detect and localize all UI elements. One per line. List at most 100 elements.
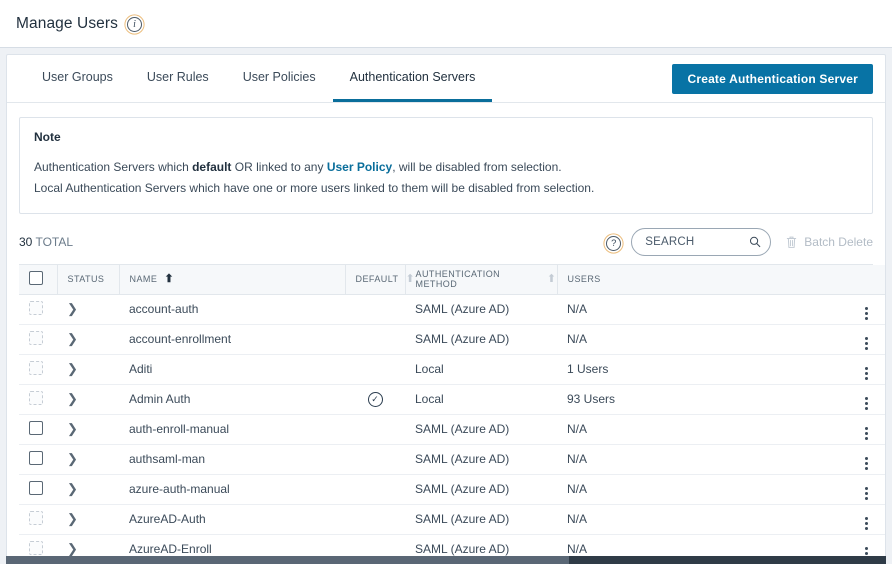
row-users-cell: N/A	[557, 444, 847, 475]
row-name-cell: auth-enroll-manual	[119, 414, 345, 445]
column-header-name-label: NAME	[129, 274, 158, 285]
row-name-cell: Aditi	[119, 354, 345, 385]
row-checkbox	[29, 390, 43, 405]
table-row[interactable]: ❯ authsaml-man SAML (Azure AD) N/A	[19, 444, 885, 475]
column-header-users[interactable]: USERS	[556, 265, 847, 295]
content-card: User Groups User Rules User Policies Aut…	[6, 54, 886, 562]
sort-idle-icon-method: ⬆	[546, 272, 557, 285]
tab-bar: User Groups User Rules User Policies Aut…	[7, 55, 885, 103]
row-actions-cell	[847, 444, 885, 475]
column-header-status[interactable]: STATUS	[56, 265, 119, 295]
row-checkbox[interactable]	[29, 420, 43, 435]
tab-user-groups[interactable]: User Groups	[25, 55, 130, 102]
total-count-value: 30	[19, 235, 33, 249]
chevron-right-icon[interactable]: ❯	[67, 451, 78, 466]
chevron-right-icon[interactable]: ❯	[67, 361, 78, 376]
row-select-cell	[19, 294, 57, 325]
row-checkbox	[29, 540, 43, 555]
column-header-authentication-method[interactable]: AUTHENTICATION METHOD ⬆	[404, 265, 557, 295]
row-menu-icon[interactable]	[864, 336, 868, 350]
search-box[interactable]	[631, 228, 772, 256]
row-checkbox	[29, 300, 43, 315]
chevron-right-icon[interactable]: ❯	[67, 421, 78, 436]
row-users-cell: N/A	[557, 474, 847, 505]
row-name-cell: azure-auth-manual	[119, 474, 345, 505]
row-menu-icon[interactable]	[864, 516, 868, 530]
column-header-name[interactable]: NAME ⬆	[118, 265, 345, 295]
table-row[interactable]: ❯ azure-auth-manual SAML (Azure AD) N/A	[19, 474, 885, 505]
column-header-status-label: STATUS	[67, 274, 105, 285]
table-row[interactable]: ❯ Admin Auth ✓ Local 93 Users	[19, 384, 885, 415]
search-input[interactable]	[643, 235, 749, 249]
user-policy-link[interactable]: User Policy	[327, 160, 392, 174]
row-menu-icon[interactable]	[864, 426, 868, 440]
row-menu-icon[interactable]	[864, 486, 868, 500]
row-expand-cell: ❯	[57, 504, 119, 535]
row-expand-cell: ❯	[57, 354, 119, 385]
row-expand-cell: ❯	[57, 414, 119, 445]
row-menu-icon[interactable]	[864, 396, 868, 410]
chevron-right-icon[interactable]: ❯	[67, 481, 78, 496]
total-word: TOTAL	[35, 235, 74, 249]
horizontal-scrollbar[interactable]	[6, 556, 886, 564]
row-name-cell: Admin Auth	[119, 384, 345, 415]
row-users-cell: N/A	[557, 504, 847, 535]
row-checkbox[interactable]	[29, 480, 43, 495]
row-select-cell	[19, 504, 57, 535]
row-users-cell: N/A	[557, 294, 847, 325]
note-line1-part2: OR linked to any	[231, 160, 327, 174]
create-authentication-server-button[interactable]: Create Authentication Server	[672, 63, 873, 94]
table-body: ❯ account-auth SAML (Azure AD) N/A ❯ account-…	[19, 294, 885, 561]
row-menu-icon[interactable]	[864, 306, 868, 320]
row-menu-icon[interactable]	[864, 366, 868, 380]
table-row[interactable]: ❯ account-enrollment SAML (Azure AD) N/A	[19, 324, 885, 355]
row-method-cell: SAML (Azure AD)	[405, 504, 557, 535]
row-name-cell: authsaml-man	[119, 444, 345, 475]
info-circle-icon[interactable]: i	[127, 17, 142, 32]
table-row[interactable]: ❯ Aditi Local 1 Users	[19, 354, 885, 385]
row-menu-icon[interactable]	[864, 456, 868, 470]
row-actions-cell	[847, 354, 885, 385]
chevron-right-icon[interactable]: ❯	[67, 391, 78, 406]
batch-delete-label: Batch Delete	[804, 235, 873, 249]
tab-user-rules[interactable]: User Rules	[130, 55, 226, 102]
table-row[interactable]: ❯ account-auth SAML (Azure AD) N/A	[19, 294, 885, 325]
tab-user-policies[interactable]: User Policies	[226, 55, 333, 102]
table-toolbar: 30 TOTAL ? Batch Delete	[7, 220, 885, 264]
page-header: Manage Users i	[0, 0, 892, 48]
table-header: STATUS NAME ⬆ DEFAULT ⬆ AUTHENTICATION M…	[19, 265, 885, 295]
note-line1-part1: Authentication Servers which	[34, 160, 193, 174]
row-method-cell: Local	[405, 384, 557, 415]
row-select-cell	[19, 324, 57, 355]
select-all-checkbox[interactable]	[29, 271, 43, 286]
row-method-cell: Local	[405, 354, 557, 385]
row-method-cell: SAML (Azure AD)	[405, 474, 557, 505]
note-line-2: Local Authentication Servers which have …	[34, 181, 595, 195]
row-default-cell: ✓	[345, 384, 405, 415]
row-default-cell	[345, 444, 405, 475]
row-actions-cell	[847, 504, 885, 535]
horizontal-scrollbar-thumb[interactable]	[6, 556, 570, 564]
row-checkbox[interactable]	[29, 450, 43, 465]
help-circle-icon[interactable]: ?	[606, 235, 622, 251]
row-default-cell	[345, 354, 405, 385]
batch-delete-button[interactable]: Batch Delete	[781, 235, 873, 249]
tab-authentication-servers[interactable]: Authentication Servers	[332, 55, 493, 102]
chevron-right-icon[interactable]: ❯	[67, 511, 78, 526]
row-select-cell	[19, 474, 57, 505]
row-expand-cell: ❯	[57, 474, 119, 505]
row-actions-cell	[847, 474, 885, 505]
chevron-right-icon[interactable]: ❯	[67, 541, 78, 556]
sort-idle-icon-default: ⬆	[405, 272, 416, 285]
chevron-right-icon[interactable]: ❯	[67, 301, 78, 316]
column-header-actions	[847, 265, 885, 295]
row-select-cell	[19, 384, 57, 415]
chevron-right-icon[interactable]: ❯	[67, 331, 78, 346]
row-method-cell: SAML (Azure AD)	[405, 444, 557, 475]
row-checkbox	[29, 510, 43, 525]
table-row[interactable]: ❯ auth-enroll-manual SAML (Azure AD) N/A	[19, 414, 885, 445]
table-row[interactable]: ❯ AzureAD-Auth SAML (Azure AD) N/A	[19, 504, 885, 535]
row-default-cell	[345, 504, 405, 535]
row-expand-cell: ❯	[57, 384, 119, 415]
column-header-default[interactable]: DEFAULT ⬆	[344, 265, 415, 295]
